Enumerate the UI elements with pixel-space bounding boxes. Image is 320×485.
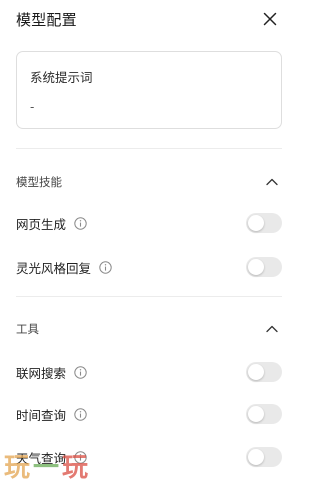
- info-icon[interactable]: [74, 216, 87, 230]
- toggle-knob: [248, 364, 264, 380]
- web-generation-toggle[interactable]: [246, 213, 282, 233]
- header: 模型配置: [16, 6, 280, 32]
- close-icon: [263, 12, 277, 26]
- toggle-knob: [248, 449, 264, 465]
- divider: [16, 296, 282, 297]
- weather-query-toggle[interactable]: [246, 447, 282, 467]
- chevron-up-icon[interactable]: [264, 321, 280, 337]
- web-search-toggle[interactable]: [246, 362, 282, 382]
- setting-row-web-generation: 网页生成: [16, 212, 282, 234]
- section-header-tools[interactable]: 工具: [16, 319, 282, 339]
- chevron-up-icon[interactable]: [264, 174, 280, 190]
- close-button[interactable]: [258, 7, 282, 31]
- setting-row-lingguang-style: 灵光风格回复: [16, 256, 282, 278]
- system-prompt-title: 系统提示词: [30, 70, 93, 85]
- info-icon[interactable]: [74, 407, 87, 421]
- divider: [16, 148, 282, 149]
- info-icon[interactable]: [99, 260, 112, 274]
- model-config-panel: 模型配置 系统提示词 - 模型技能 网页生成 灵光风格回复 工具 联网搜索 时间…: [0, 0, 296, 485]
- setting-label: 网页生成: [16, 216, 67, 232]
- toggle-knob: [248, 215, 264, 231]
- setting-label: 联网搜索: [16, 365, 67, 381]
- info-icon[interactable]: [74, 365, 87, 379]
- setting-row-web-search: 联网搜索: [16, 361, 282, 383]
- setting-row-time-query: 时间查询: [16, 403, 282, 425]
- setting-label: 灵光风格回复: [16, 260, 92, 276]
- time-query-toggle[interactable]: [246, 404, 282, 424]
- info-icon[interactable]: [74, 450, 87, 464]
- lingguang-style-toggle[interactable]: [246, 257, 282, 277]
- toggle-knob: [248, 259, 264, 275]
- setting-row-weather-query: 天气查询: [16, 446, 282, 468]
- toggle-knob: [248, 406, 264, 422]
- section-title: 工具: [16, 322, 39, 336]
- page-title: 模型配置: [16, 10, 77, 29]
- system-prompt-box[interactable]: 系统提示词 -: [16, 51, 282, 129]
- system-prompt-value: -: [30, 100, 35, 114]
- setting-label: 天气查询: [16, 450, 67, 466]
- section-title: 模型技能: [16, 175, 62, 189]
- section-header-model-skills[interactable]: 模型技能: [16, 172, 282, 192]
- setting-label: 时间查询: [16, 407, 67, 423]
